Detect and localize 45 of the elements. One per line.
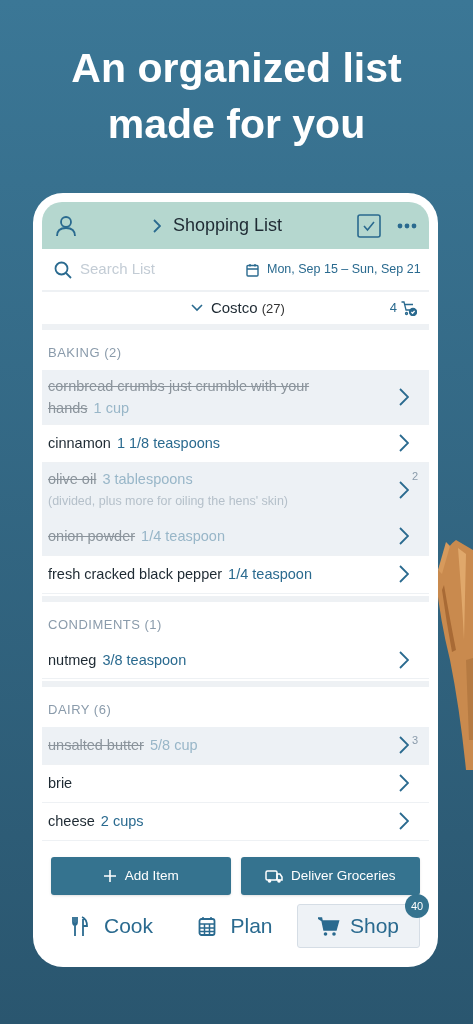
chevron-right-icon[interactable] — [399, 434, 409, 452]
count-badge: 40 — [405, 894, 429, 918]
chevron-right-icon — [152, 218, 161, 233]
item-text: cornbread crumbs just crumble with your hands 1 cup — [48, 376, 311, 418]
chevron-right-icon[interactable] — [399, 650, 409, 669]
action-button[interactable]: Deliver Groceries — [240, 857, 420, 895]
chevron-down-icon[interactable] — [190, 304, 203, 312]
item-text: cinnamon 1 1/8 teaspoons — [48, 434, 222, 453]
cart-icon — [317, 915, 340, 937]
plus-icon — [102, 869, 117, 883]
item-text: nutmeg 3/8 teaspoon — [48, 650, 188, 670]
truck-icon — [265, 869, 284, 883]
item-text: brie — [48, 774, 74, 793]
recipe-count: 2 — [411, 468, 420, 484]
item-text: olive oil 3 tablespoons — [48, 469, 194, 489]
action-button[interactable]: Add Item — [51, 857, 231, 895]
chevron-right-icon[interactable] — [399, 480, 409, 499]
search-icon — [54, 260, 72, 279]
item-text: cheese 2 cups — [48, 812, 145, 831]
checkbox-icon[interactable] — [357, 213, 381, 238]
chevron-right-icon[interactable] — [399, 812, 409, 830]
cart-check-icon — [401, 300, 417, 316]
cart-count: 4 — [389, 299, 397, 318]
list-title[interactable]: Shopping List — [172, 212, 283, 239]
store-name[interactable]: Costco (27) — [210, 296, 285, 320]
section-title: BAKING (2) — [47, 344, 123, 362]
chevron-right-icon[interactable] — [399, 527, 409, 545]
date-range[interactable]: Mon, Sep 15 – Sun, Sep 21 — [267, 260, 421, 279]
headline: An organized list made for you — [70, 44, 403, 149]
calendar-icon — [246, 262, 259, 277]
section-title: DAIRY (6) — [47, 701, 113, 719]
chevron-right-icon[interactable] — [399, 736, 409, 754]
nav-tab[interactable]: Plan — [174, 904, 297, 948]
chevron-right-icon[interactable] — [399, 565, 409, 583]
item-text: onion powder 1/4 teaspoon — [48, 527, 226, 546]
search-field[interactable]: Search List — [80, 258, 230, 281]
section-title: CONDIMENTS (1) — [47, 615, 163, 634]
nav-tab[interactable]: Cook — [51, 904, 174, 948]
more-icon[interactable] — [397, 222, 417, 229]
item-text: unsalted butter 5/8 cup — [48, 736, 199, 755]
profile-icon[interactable] — [54, 213, 78, 238]
chevron-right-icon[interactable] — [399, 774, 409, 792]
chevron-right-icon[interactable] — [399, 387, 409, 406]
recipe-count: 3 — [411, 732, 420, 748]
item-text: fresh cracked black pepper 1/4 teaspoon — [48, 565, 313, 584]
